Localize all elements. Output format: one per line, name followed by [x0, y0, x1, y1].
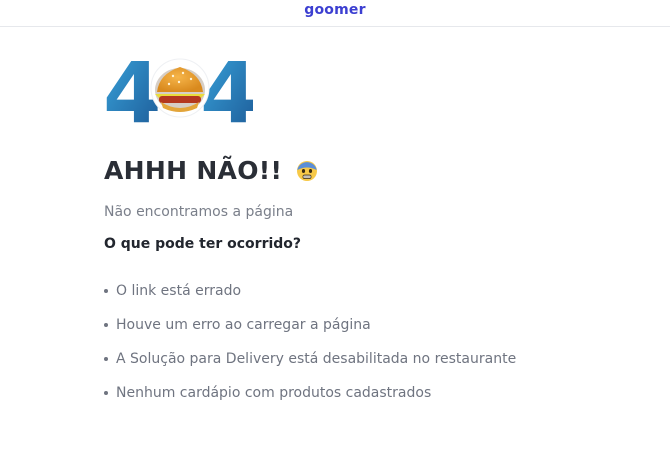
bullet-icon: [104, 357, 108, 361]
burger-icon: [150, 58, 210, 118]
reason-text: O link está errado: [116, 283, 242, 299]
brand-logo[interactable]: goomer: [0, 2, 670, 18]
list-item: Houve um erro ao carregar a página: [104, 315, 516, 349]
bullet-icon: [104, 289, 108, 293]
error-subtitle: Não encontramos a página: [104, 204, 294, 220]
list-item: Nenhum cardápio com produtos cadastrados: [104, 383, 516, 417]
reason-text: Houve um erro ao carregar a página: [116, 317, 371, 333]
top-bar: goomer: [0, 0, 670, 27]
error-question: O que pode ter ocorrido?: [104, 236, 302, 252]
reason-text: A Solução para Delivery está desabilitad…: [116, 351, 517, 367]
bullet-icon: [104, 323, 108, 327]
error-heading: AHHH NÃO!!: [104, 156, 318, 185]
list-item: O link está errado: [104, 281, 516, 315]
reasons-list: O link está errado Houve um erro ao carr…: [104, 281, 516, 417]
reason-text: Nenhum cardápio com produtos cadastrados: [116, 385, 432, 401]
page-title: AHHH NÃO!!: [104, 156, 283, 185]
bullet-icon: [104, 391, 108, 395]
error-404-graphic: 4 4: [103, 52, 253, 128]
error-404-illustration: 4 4: [103, 52, 253, 128]
list-item: A Solução para Delivery está desabilitad…: [104, 349, 516, 383]
scared-face-icon: [296, 160, 318, 182]
